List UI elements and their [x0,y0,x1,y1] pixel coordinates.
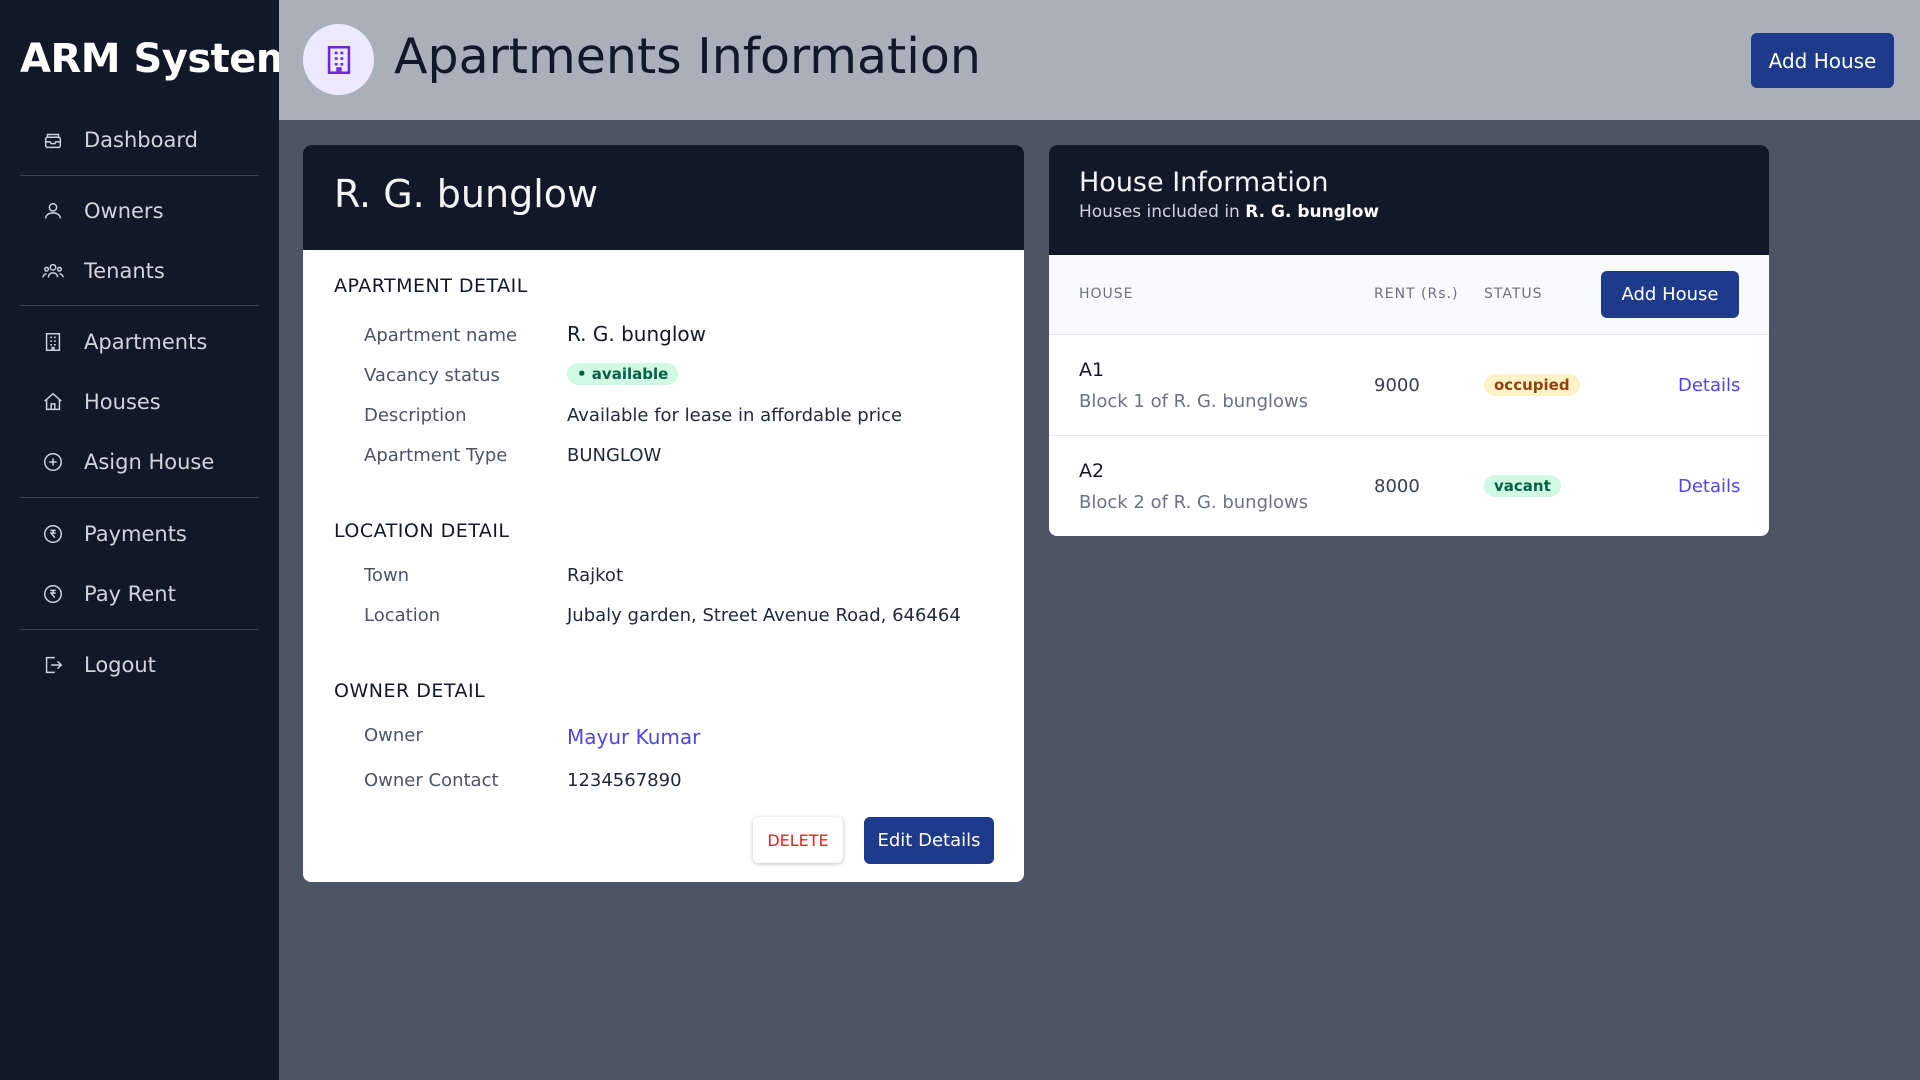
apartment-type-label: Apartment Type [364,445,508,466]
sidebar-item-label: Owners [84,199,164,223]
sidebar-item-asign-house[interactable]: Asign House [20,436,259,488]
table-row: A2 Block 2 of R. G. bunglows 8000 vacant… [1049,436,1769,536]
town-label: Town [364,565,410,586]
details-link[interactable]: Details [1678,375,1740,396]
apartment-card: R. G. bunglow APARTMENT DETAIL Apartment… [303,145,1024,882]
sidebar-item-houses[interactable]: Houses [20,376,259,428]
home-icon [40,389,66,415]
apartment-name-value: R. G. bunglow [567,322,707,346]
add-house-button[interactable]: Add House [1601,271,1739,318]
column-header-status: STATUS [1484,286,1543,302]
divider [20,175,259,176]
section-title-apartment: APARTMENT DETAIL [334,275,528,297]
edit-details-button[interactable]: Edit Details [864,817,994,864]
sidebar-item-label: Dashboard [84,128,198,152]
subtitle-apartment: R. G. bunglow [1245,202,1380,222]
user-icon [40,198,66,224]
location-value: Jubaly garden, Street Avenue Road, 64646… [567,605,961,626]
house-card-subtitle: Houses included in R. G. bunglow [1079,202,1769,222]
sidebar-item-label: Payments [84,522,187,546]
section-title-owner: OWNER DETAIL [334,680,486,702]
divider [20,497,259,498]
location-label: Location [364,605,441,626]
sidebar-item-label: Asign House [84,450,215,474]
sidebar-item-apartments[interactable]: Apartments [20,316,259,368]
status-badge: • available [567,363,679,385]
sidebar-item-label: Houses [84,390,161,414]
house-description: Block 2 of R. G. bunglows [1079,492,1309,513]
apartment-title: R. G. bunglow [334,172,599,216]
house-rent: 9000 [1374,375,1420,396]
description-label: Description [364,405,467,426]
rupee-icon [40,521,66,547]
table-header: HOUSE RENT (Rs.) STATUS Add House [1049,255,1769,335]
status-badge: vacant [1484,475,1561,497]
sidebar-item-logout[interactable]: Logout [20,639,259,691]
add-house-button[interactable]: Add House [1751,33,1894,88]
divider [20,629,259,630]
house-status: vacant [1484,475,1561,497]
logout-icon [40,652,66,678]
sidebar-item-label: Apartments [84,330,208,354]
rupee-icon [40,581,66,607]
section-title-location: LOCATION DETAIL [334,520,510,542]
sidebar-item-label: Logout [84,653,156,677]
house-description: Block 1 of R. G. bunglows [1079,391,1309,412]
owner-contact-value: 1234567890 [567,770,682,791]
building-icon [40,329,66,355]
house-info-card: House Information Houses included in R. … [1049,145,1769,536]
sidebar-item-pay-rent[interactable]: Pay Rent [20,568,259,620]
divider [20,305,259,306]
status-badge: occupied [1484,374,1580,396]
apartment-name-label: Apartment name [364,325,518,346]
column-header-rent: RENT (Rs.) [1374,286,1459,302]
delete-button[interactable]: DELETE [753,817,843,863]
page-title: Apartments Information [394,28,981,85]
description-value: Available for lease in affordable price [567,405,903,426]
plus-circle-icon [40,449,66,475]
house-name: A1 [1079,359,1105,381]
table-row: A1 Block 1 of R. G. bunglows 9000 occupi… [1049,335,1769,436]
subtitle-prefix: Houses included in [1079,202,1240,222]
details-link[interactable]: Details [1678,476,1740,497]
column-header-house: HOUSE [1079,286,1134,302]
owner-label: Owner [364,725,423,746]
sidebar-item-label: Pay Rent [84,582,176,606]
owner-link[interactable]: Mayur Kumar [567,725,700,749]
sidebar-item-payments[interactable]: Payments [20,508,259,560]
apartment-type-value: BUNGLOW [567,445,662,466]
inbox-icon [40,127,66,153]
house-card-title: House Information [1079,167,1329,198]
house-rent: 8000 [1374,476,1420,497]
sidebar-item-label: Tenants [84,259,165,283]
page-header: Apartments Information Add House [279,0,1920,120]
sidebar: ARM System Dashboard Owners Tenants Apar… [0,0,298,1080]
house-card-header: House Information Houses included in R. … [1049,145,1769,255]
owner-contact-label: Owner Contact [364,770,499,791]
users-icon [40,258,66,284]
town-value: Rajkot [567,565,623,586]
brand-title: ARM System [20,36,298,82]
apartment-card-header: R. G. bunglow [303,145,1024,250]
house-name: A2 [1079,460,1105,482]
building-icon [303,24,374,95]
sidebar-item-dashboard[interactable]: Dashboard [20,114,259,166]
sidebar-item-owners[interactable]: Owners [20,185,259,237]
house-status: occupied [1484,374,1580,396]
vacancy-status-label: Vacancy status [364,365,500,386]
vacancy-status-value: • available [567,363,679,385]
sidebar-item-tenants[interactable]: Tenants [20,245,259,297]
